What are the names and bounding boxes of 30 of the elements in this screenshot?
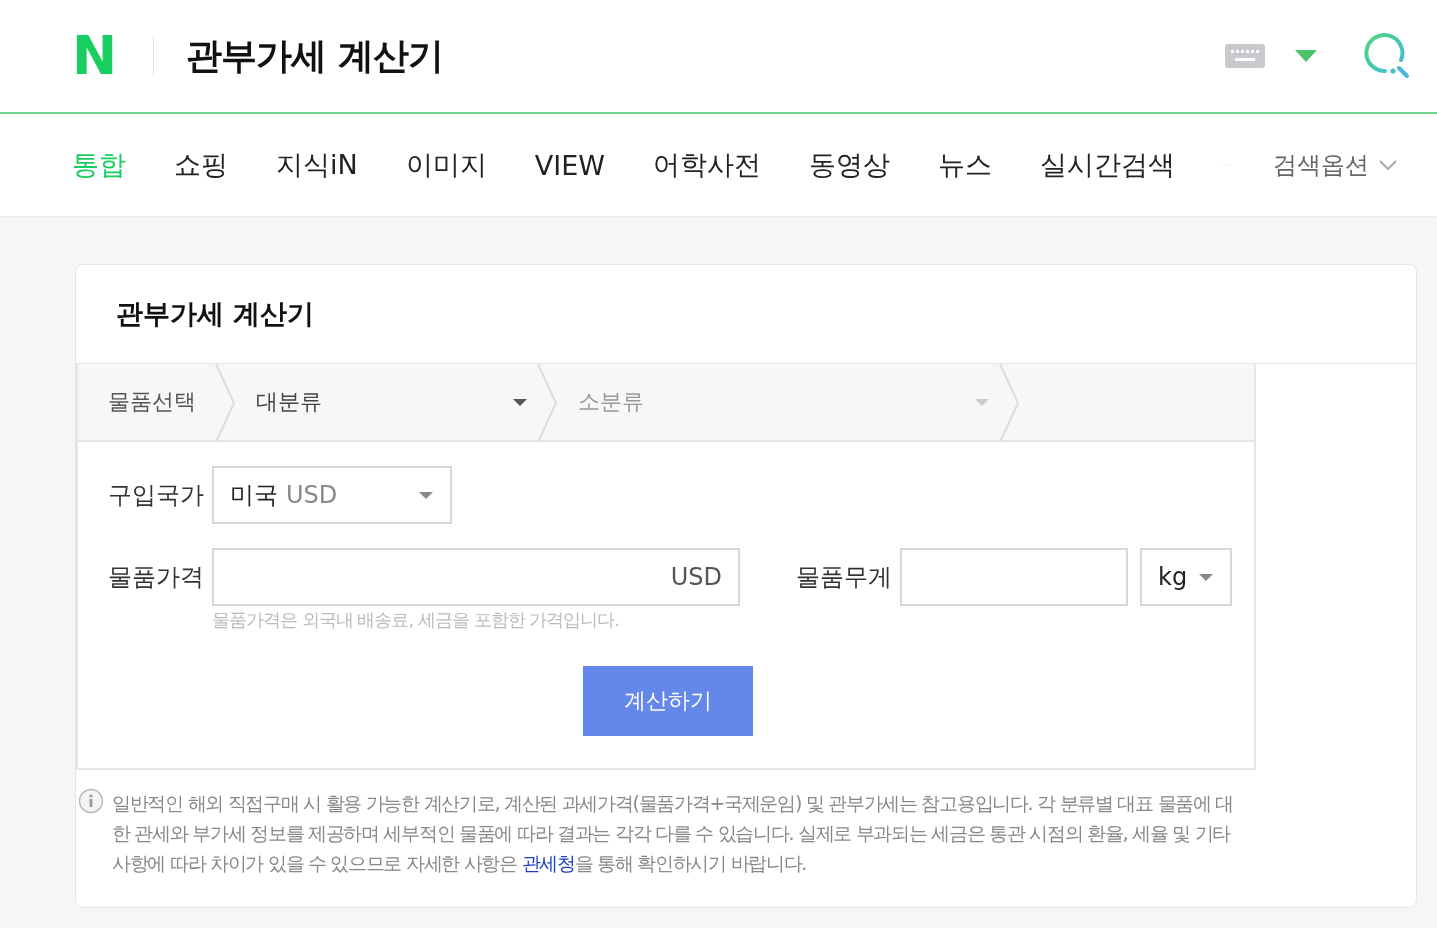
nav-tab[interactable]: 이미지 [405, 147, 487, 183]
price-hint: 물품가격은 외국내 배송료, 세금을 포함한 가격입니다. [212, 608, 621, 632]
page-title: 관부가세 계산기 [186, 33, 444, 78]
caret-icon [418, 490, 434, 500]
country-select[interactable]: 미국 USD [212, 466, 452, 524]
nav-tab[interactable]: 지식iN [276, 147, 358, 183]
caret-icon [974, 397, 990, 407]
keyboard-icon[interactable] [1225, 44, 1265, 68]
search-options-link[interactable]: 검색옵션 [1273, 149, 1397, 181]
caret-icon [512, 397, 528, 407]
nav-tab[interactable]: VIEW [534, 149, 605, 181]
nav-tab[interactable]: 실시간검색 [1039, 147, 1175, 183]
nav-tab[interactable]: 뉴스 [937, 147, 992, 183]
dropdown-triangle-icon[interactable] [1295, 50, 1317, 62]
chevron-down-icon [1379, 160, 1397, 170]
nav-tab[interactable]: 쇼핑 [174, 147, 228, 183]
category-label: 물품선택 [107, 388, 197, 416]
customs-link[interactable]: 관세청 [521, 852, 575, 874]
weight-input[interactable] [900, 548, 1128, 606]
field-label: 물품무게 [796, 562, 888, 593]
nav-tab[interactable]: 어학사전 [652, 147, 761, 183]
category-select[interactable]: 대분류 [236, 364, 536, 440]
caret-icon [1198, 572, 1214, 582]
info-icon [78, 788, 104, 814]
notice-text: 일반적인 해외 직접구매 시 활용 가능한 계산기로, 계산된 과세가격(물품가격+국제운임) 및 관부가세는 참고용입니다. 각 분류별 대표 물품에 대한 관세와 부가세 정보를 제공하며 세부적인 물품에 따라 결과는 각각 다를 수 있습니다. 실제로 부과되는 세금은 통관 시점의 환율, 세율 및 기타 사항에 따라 차이가 있을 수 있으므로 자세한 사항은 관세청을 통해 확인하시기 바랍니다. [112, 791, 1235, 876]
unit-select[interactable]: kg [1140, 548, 1232, 606]
nav-tab[interactable]: 동영상 [808, 147, 890, 183]
search-icon[interactable] [1363, 32, 1411, 80]
price-input[interactable]: USD [212, 548, 740, 606]
field-label: 물품가격 [108, 562, 200, 593]
